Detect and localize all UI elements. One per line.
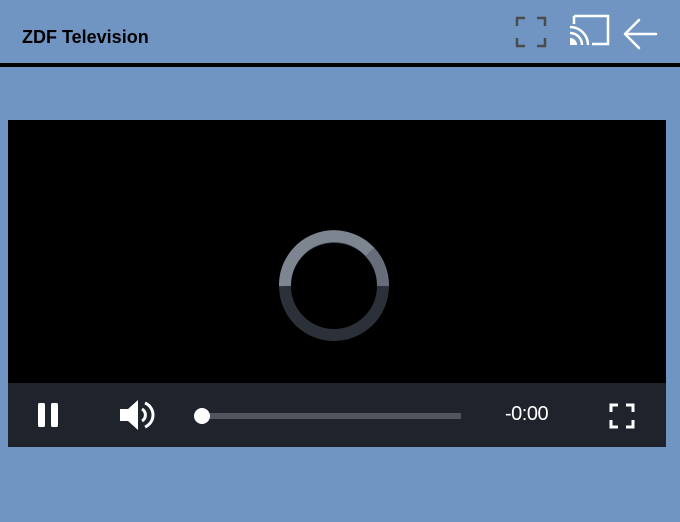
- fullscreen-icon: [515, 16, 547, 48]
- spinner-icon: [278, 230, 389, 341]
- time-remaining: -0:00: [505, 403, 549, 425]
- play-pause-button[interactable]: [34, 401, 62, 429]
- cast-button[interactable]: [568, 12, 612, 48]
- back-button[interactable]: [620, 14, 660, 54]
- pause-icon: [38, 403, 58, 427]
- progress-scrubber[interactable]: [194, 408, 210, 424]
- app-header: ZDF Television: [0, 0, 680, 67]
- header-fullscreen-button[interactable]: [515, 16, 547, 48]
- page-title: ZDF Television: [22, 27, 149, 47]
- back-arrow-icon: [623, 18, 658, 50]
- player-controls-bar: -0:00: [8, 383, 666, 447]
- player-fullscreen-button[interactable]: [609, 403, 635, 429]
- progress-bar[interactable]: [194, 408, 461, 424]
- volume-icon: [120, 400, 155, 430]
- video-player[interactable]: -0:00: [8, 120, 666, 447]
- volume-button[interactable]: [118, 397, 156, 433]
- fullscreen-icon: [609, 403, 635, 429]
- loading-spinner: [278, 230, 390, 342]
- cast-icon: [569, 14, 610, 46]
- header-divider: [0, 63, 680, 67]
